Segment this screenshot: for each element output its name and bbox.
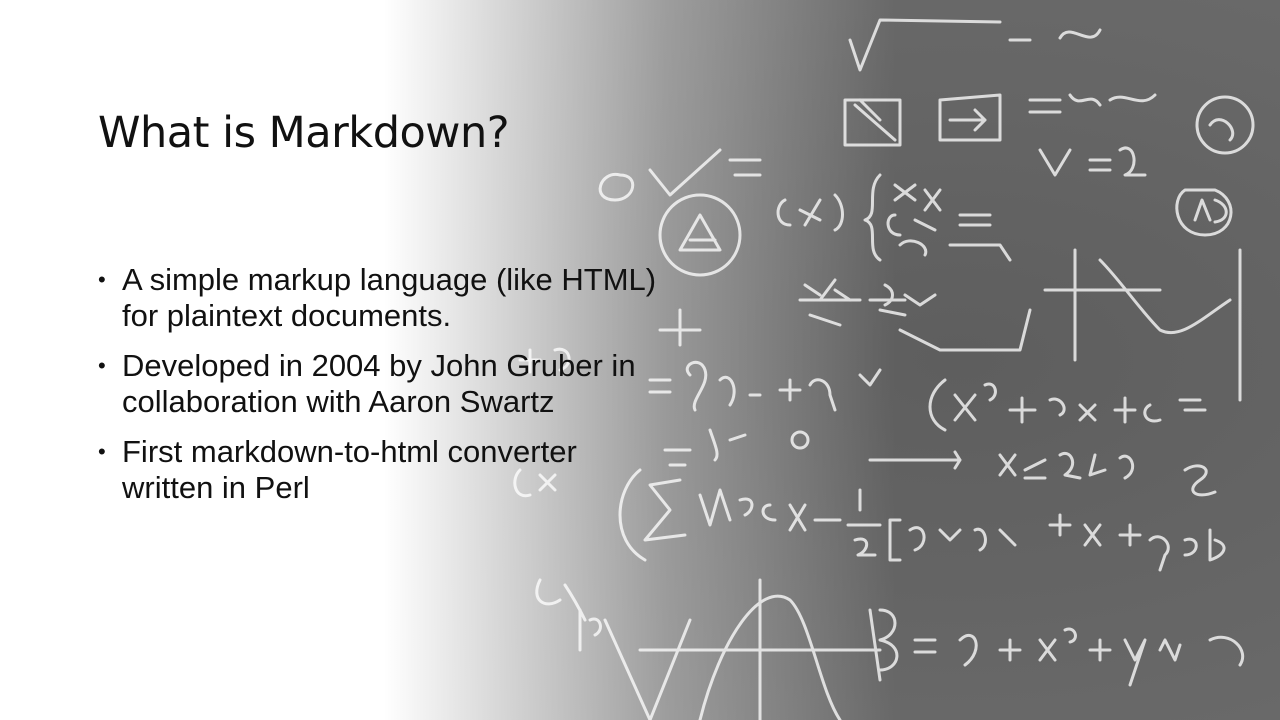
bullet-dot-icon: • xyxy=(98,267,106,292)
bullet-dot-icon: • xyxy=(98,439,106,464)
bullet-text: Developed in 2004 by John Gruber in coll… xyxy=(122,348,636,419)
bullet-text: A simple markup language (like HTML) for… xyxy=(122,262,657,333)
bullet-item: • A simple markup language (like HTML) f… xyxy=(98,262,658,334)
bullet-list: • A simple markup language (like HTML) f… xyxy=(98,262,658,520)
slide-title: What is Markdown? xyxy=(98,108,510,158)
bullet-item: • Developed in 2004 by John Gruber in co… xyxy=(98,348,658,420)
bullet-text: First markdown-to-html converter written… xyxy=(122,434,577,505)
slide: What is Markdown? • A simple markup lang… xyxy=(0,0,1280,720)
bullet-item: • First markdown-to-html converter writt… xyxy=(98,434,658,506)
bullet-dot-icon: • xyxy=(98,353,106,378)
